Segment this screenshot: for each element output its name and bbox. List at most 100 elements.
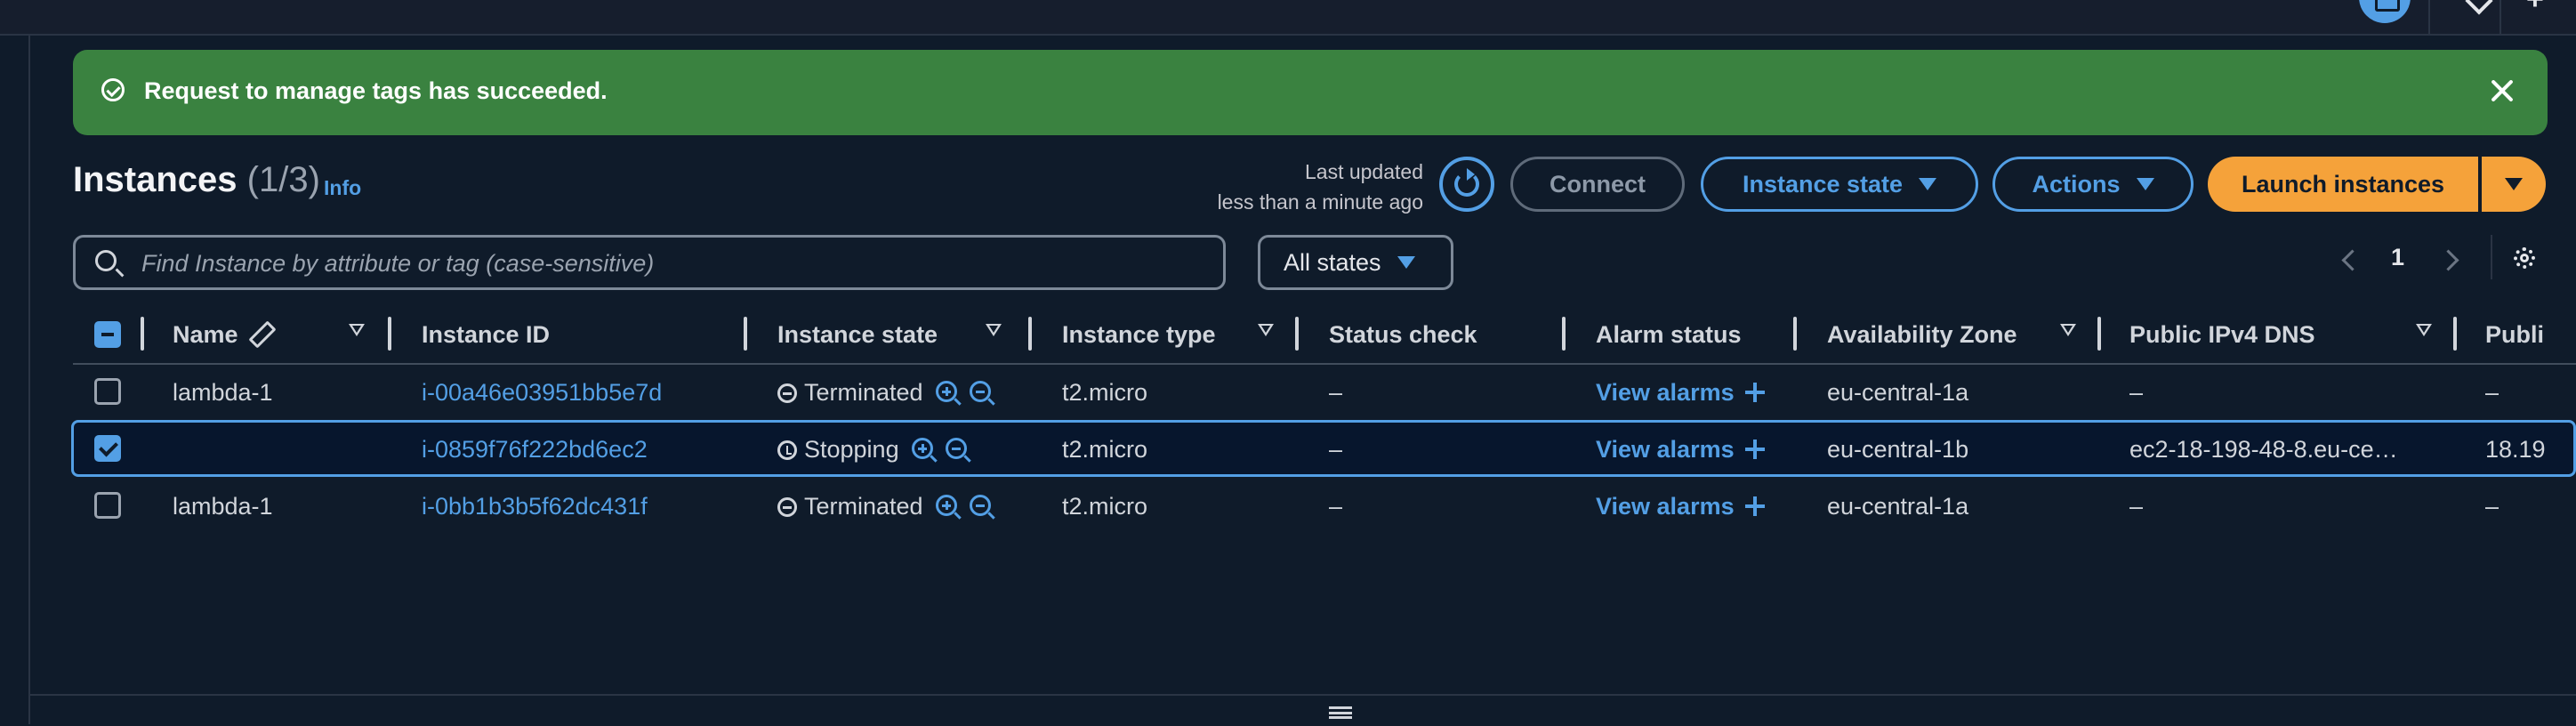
cell-instance-id-link[interactable]: i-0859f76f222bd6ec2: [422, 436, 648, 464]
last-updated-label: Last updated: [1304, 160, 1423, 183]
column-alarm-status[interactable]: Alarm status: [1596, 319, 1742, 351]
state-text: Stopping: [804, 436, 899, 463]
table-row-selected[interactable]: i-0859f76f222bd6ec2 Stopping t2.micro – …: [71, 420, 2576, 477]
row-checkbox[interactable]: [94, 378, 121, 405]
flash-message: Request to manage tags has succeeded.: [144, 77, 608, 104]
next-page-icon[interactable]: [2434, 242, 2469, 278]
cell-instance-state: Stopping: [777, 436, 971, 464]
caret-down-icon: [1919, 178, 1937, 190]
cell-public-ip: –: [2485, 493, 2500, 520]
row-checkbox[interactable]: [94, 435, 121, 462]
zoom-in-icon[interactable]: [935, 495, 962, 520]
row-checkbox[interactable]: [94, 492, 121, 519]
terminated-status-icon: [777, 497, 797, 517]
connect-button[interactable]: Connect: [1510, 157, 1685, 212]
column-instance-id[interactable]: Instance ID: [422, 319, 550, 351]
launch-instances-button[interactable]: Launch instances: [2208, 157, 2478, 212]
last-updated: Last updated less than a minute ago: [1218, 157, 1423, 217]
last-updated-value: less than a minute ago: [1217, 190, 1423, 214]
table-row[interactable]: lambda-1 i-0bb1b3b5f62dc431f Terminated …: [73, 477, 2576, 534]
check-circle-icon: [101, 78, 125, 101]
sort-icon[interactable]: [2060, 324, 2076, 336]
dismiss-flash-button[interactable]: [2482, 71, 2521, 110]
cell-instance-type: t2.micro: [1062, 379, 1148, 406]
plus-icon: [1744, 496, 1765, 516]
view-alarms-label: View alarms: [1596, 379, 1735, 406]
cell-status-check: –: [1329, 379, 1343, 406]
zoom-in-icon[interactable]: [911, 438, 938, 463]
zoom-out-icon[interactable]: [945, 438, 971, 463]
sort-icon[interactable]: [349, 324, 365, 336]
column-instance-type[interactable]: Instance type: [1062, 319, 1216, 351]
zoom-out-icon[interactable]: [969, 381, 995, 406]
cell-public-ip: –: [2485, 379, 2500, 406]
sort-icon[interactable]: [986, 324, 1002, 336]
cell-availability-zone: eu-central-1a: [1827, 379, 1969, 406]
selection-count: (1/3): [246, 160, 320, 199]
cell-instance-id-link[interactable]: i-0bb1b3b5f62dc431f: [422, 493, 648, 520]
account-menu-icon[interactable]: [2514, 0, 2565, 23]
instance-state-button[interactable]: Instance state: [1701, 157, 1978, 212]
table-row[interactable]: lambda-1 i-00a46e03951bb5e7d Terminated …: [73, 363, 2576, 420]
column-divider: [2453, 317, 2457, 351]
previous-page-icon[interactable]: [2332, 242, 2368, 278]
view-alarms-link[interactable]: View alarms: [1596, 379, 1765, 407]
column-status-check[interactable]: Status check: [1329, 319, 1477, 351]
cell-instance-id-link[interactable]: i-00a46e03951bb5e7d: [422, 379, 662, 407]
search-input[interactable]: [140, 243, 1193, 284]
cell-availability-zone: eu-central-1b: [1827, 436, 1969, 463]
actions-button[interactable]: Actions: [1992, 157, 2194, 212]
column-public-dns[interactable]: Public IPv4 DNS: [2129, 319, 2315, 351]
sort-icon[interactable]: [2416, 324, 2432, 336]
search-icon: [95, 250, 117, 271]
page-title: Instances (1/3): [73, 160, 320, 200]
cell-instance-state: Terminated: [777, 493, 995, 520]
drag-handle-icon[interactable]: [1329, 706, 1352, 719]
cell-instance-type: t2.micro: [1062, 436, 1148, 463]
refresh-icon[interactable]: [1439, 157, 1494, 212]
state-text: Terminated: [804, 493, 923, 520]
column-availability-zone[interactable]: Availability Zone: [1827, 319, 2017, 351]
connect-label: Connect: [1550, 170, 1646, 198]
column-public-ip[interactable]: Publi: [2485, 319, 2544, 351]
terminated-status-icon: [777, 383, 797, 403]
top-navigation-bar: [0, 0, 2576, 36]
cell-status-check: –: [1329, 436, 1343, 463]
notifications-icon[interactable]: [2359, 0, 2411, 23]
caret-down-icon: [2505, 178, 2523, 190]
info-link[interactable]: Info: [324, 176, 361, 200]
cell-public-ip: 18.19: [2485, 436, 2546, 463]
column-divider: [744, 317, 747, 351]
sort-icon[interactable]: [1258, 324, 1274, 336]
state-filter-select[interactable]: All states: [1258, 235, 1453, 290]
stopping-status-icon: [777, 440, 797, 460]
table-header: Name Instance ID Instance state Instance…: [73, 306, 2576, 365]
cell-public-dns: ec2-18-198-48-8.eu-ce…: [2129, 436, 2398, 463]
sidebar-divider: [28, 34, 30, 724]
column-instance-state[interactable]: Instance state: [777, 319, 938, 351]
view-alarms-link[interactable]: View alarms: [1596, 436, 1765, 464]
column-divider: [1028, 317, 1032, 351]
column-divider: [388, 317, 391, 351]
page-title-text: Instances: [73, 160, 237, 199]
launch-instances-dropdown[interactable]: [2482, 157, 2546, 212]
cell-instance-type: t2.micro: [1062, 493, 1148, 520]
cell-name: lambda-1: [173, 379, 273, 406]
settings-icon[interactable]: [2507, 240, 2542, 276]
cell-public-dns: –: [2129, 493, 2144, 520]
cloudshell-icon[interactable]: [2451, 0, 2503, 23]
column-name[interactable]: Name: [173, 319, 277, 351]
zoom-in-icon[interactable]: [935, 381, 962, 406]
column-name-label: Name: [173, 320, 238, 348]
top-bar-divider: [2500, 0, 2501, 34]
zoom-out-icon[interactable]: [969, 495, 995, 520]
cell-instance-state: Terminated: [777, 379, 995, 407]
view-alarms-link[interactable]: View alarms: [1596, 493, 1765, 520]
state-filter-value: All states: [1284, 248, 1381, 276]
cell-status-check: –: [1329, 493, 1343, 520]
cell-availability-zone: eu-central-1a: [1827, 493, 1969, 520]
actions-label: Actions: [2032, 170, 2121, 198]
column-divider: [1793, 317, 1797, 351]
page-number[interactable]: 1: [2391, 244, 2404, 271]
select-all-checkbox[interactable]: [94, 321, 121, 348]
